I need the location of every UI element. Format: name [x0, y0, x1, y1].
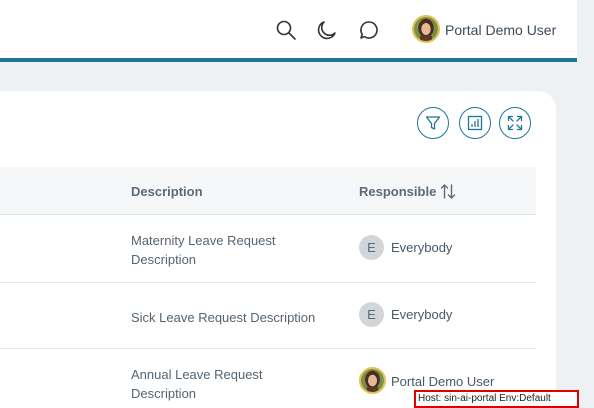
host-info-label: Host: sin-ai-portal Env:Default: [414, 390, 579, 408]
chat-icon[interactable]: [358, 19, 380, 41]
responsible-avatar: E: [359, 235, 384, 260]
header-accent-line: [0, 58, 577, 62]
moon-icon[interactable]: [316, 19, 338, 41]
table-row-description: Maternity Leave Request Description: [131, 233, 276, 267]
column-header-responsible[interactable]: Responsible: [359, 184, 436, 199]
row-divider: [0, 348, 536, 349]
row-divider: [0, 282, 536, 283]
chart-button[interactable]: [459, 107, 491, 139]
user-name[interactable]: Portal Demo User: [445, 22, 556, 38]
responsible-name: Everybody: [391, 307, 453, 322]
table-row-description: Annual Leave Request Description: [131, 367, 263, 401]
responsible-avatar: [359, 367, 386, 394]
search-icon[interactable]: [275, 19, 297, 41]
table-row-description: Sick Leave Request Description: [131, 310, 316, 325]
column-header-description[interactable]: Description: [131, 184, 203, 199]
filter-icon: [425, 116, 441, 130]
responsible-name: Everybody: [391, 240, 453, 255]
sort-icon[interactable]: [440, 183, 456, 200]
expand-button[interactable]: [499, 107, 531, 139]
chart-icon: [467, 115, 483, 131]
responsible-name: Portal Demo User: [391, 374, 495, 389]
responsible-avatar: E: [359, 302, 384, 327]
expand-icon: [507, 115, 523, 131]
user-avatar[interactable]: [412, 15, 440, 43]
filter-button[interactable]: [417, 107, 449, 139]
